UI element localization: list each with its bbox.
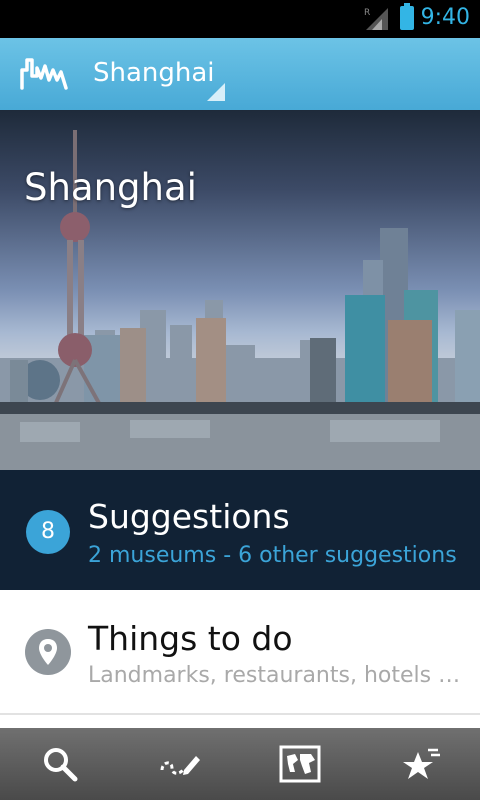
skyline-illustration	[0, 130, 480, 470]
itinerary-button[interactable]	[120, 728, 240, 800]
things-to-do-title: Things to do	[88, 619, 293, 658]
search-icon	[44, 748, 78, 782]
city-skyline-icon[interactable]	[20, 56, 68, 90]
map-pin-icon	[25, 629, 71, 675]
city-selector[interactable]: Shanghai	[93, 58, 215, 88]
signal-strength-icon: R	[364, 8, 388, 30]
city-hero-image: Shanghai	[0, 110, 480, 470]
world-map-icon	[279, 745, 321, 783]
suggestions-title: Suggestions	[88, 497, 290, 536]
suggestions-count-badge: 8	[26, 510, 70, 554]
search-button[interactable]	[0, 728, 120, 800]
dropdown-indicator-icon	[207, 83, 225, 101]
status-bar: R 9:40	[0, 0, 480, 38]
svg-text:R: R	[364, 8, 370, 18]
battery-icon	[400, 3, 414, 30]
edit-route-icon	[160, 756, 200, 775]
suggestions-subtitle: 2 museums - 6 other suggestions	[88, 543, 457, 568]
app-bar: Shanghai	[0, 38, 480, 110]
favorites-star-icon	[403, 748, 440, 779]
map-button[interactable]	[240, 728, 360, 800]
favorites-button[interactable]	[360, 728, 480, 800]
bottom-navigation	[0, 728, 480, 800]
clock: 9:40	[420, 5, 470, 30]
hero-city-name: Shanghai	[24, 166, 197, 209]
things-to-do-subtitle: Landmarks, restaurants, hotels …	[88, 663, 458, 688]
